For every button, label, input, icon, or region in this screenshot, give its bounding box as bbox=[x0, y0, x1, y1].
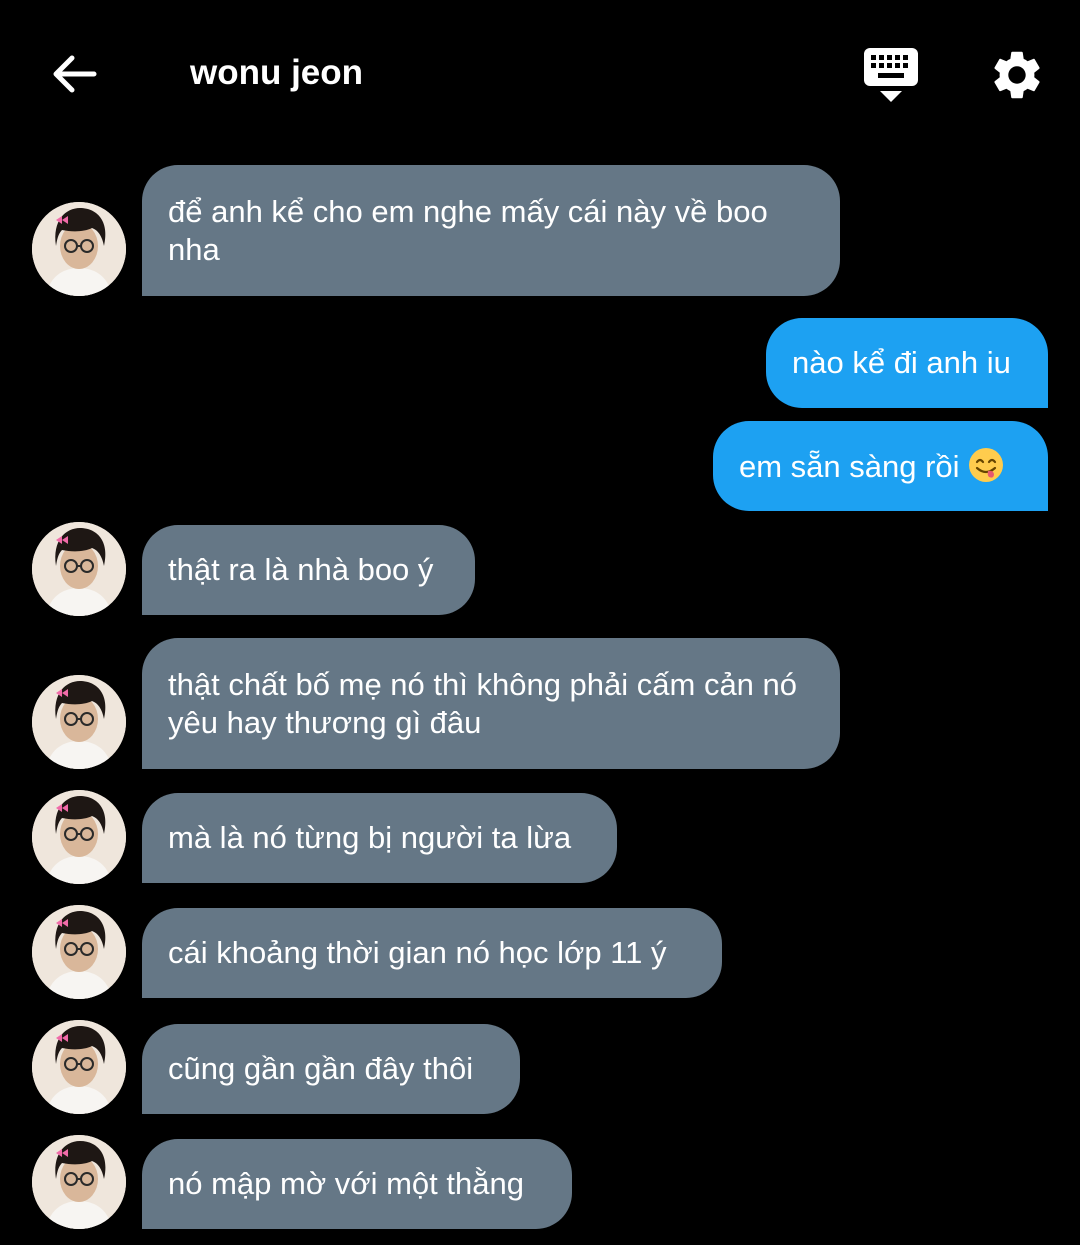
keyboard-toggle-button[interactable] bbox=[862, 46, 920, 104]
message-text: cái khoảng thời gian nó học lớp 11 ý bbox=[168, 935, 667, 970]
avatar[interactable] bbox=[32, 790, 126, 884]
incoming-message-bubble[interactable]: thật ra là nhà boo ý bbox=[142, 525, 475, 615]
incoming-message-bubble[interactable]: nó mập mờ với một thằng bbox=[142, 1139, 572, 1229]
message-text: để anh kể cho em nghe mấy cái này về boo… bbox=[168, 193, 768, 267]
avatar[interactable] bbox=[32, 1135, 126, 1229]
message-text: thật chất bố mẹ nó thì không phải cấm cả… bbox=[168, 666, 798, 740]
back-button[interactable] bbox=[48, 50, 100, 98]
outgoing-message-bubble[interactable]: nào kể đi anh iu bbox=[766, 318, 1048, 408]
message-text: em sẵn sàng rồi bbox=[739, 447, 1004, 486]
keyboard-hide-icon bbox=[864, 48, 918, 102]
settings-button[interactable] bbox=[988, 46, 1046, 104]
message-text-content: em sẵn sàng rồi bbox=[739, 448, 960, 484]
message-text: mà là nó từng bị người ta lừa bbox=[168, 820, 572, 855]
incoming-message-bubble[interactable]: cái khoảng thời gian nó học lớp 11 ý bbox=[142, 908, 722, 998]
avatar[interactable] bbox=[32, 202, 126, 296]
incoming-message-bubble[interactable]: để anh kể cho em nghe mấy cái này về boo… bbox=[142, 165, 840, 296]
chat-header: wonu jeon bbox=[0, 0, 1080, 150]
avatar[interactable] bbox=[32, 675, 126, 769]
message-text: nào kể đi anh iu bbox=[792, 345, 1011, 380]
message-text: cũng gần gần đây thôi bbox=[168, 1051, 474, 1086]
incoming-message-bubble[interactable]: thật chất bố mẹ nó thì không phải cấm cả… bbox=[142, 638, 840, 769]
chat-title: wonu jeon bbox=[190, 53, 364, 92]
avatar[interactable] bbox=[32, 1020, 126, 1114]
message-text: thật ra là nhà boo ý bbox=[168, 552, 434, 587]
outgoing-message-bubble[interactable]: em sẵn sàng rồi bbox=[713, 421, 1048, 511]
incoming-message-bubble[interactable]: cũng gần gần đây thôi bbox=[142, 1024, 520, 1114]
message-text: nó mập mờ với một thằng bbox=[168, 1166, 524, 1201]
gear-icon bbox=[994, 51, 1040, 99]
face-savoring-food-emoji bbox=[968, 447, 1003, 482]
avatar[interactable] bbox=[32, 905, 126, 999]
arrow-left-icon bbox=[53, 55, 97, 93]
incoming-message-bubble[interactable]: mà là nó từng bị người ta lừa bbox=[142, 793, 617, 883]
avatar[interactable] bbox=[32, 522, 126, 616]
